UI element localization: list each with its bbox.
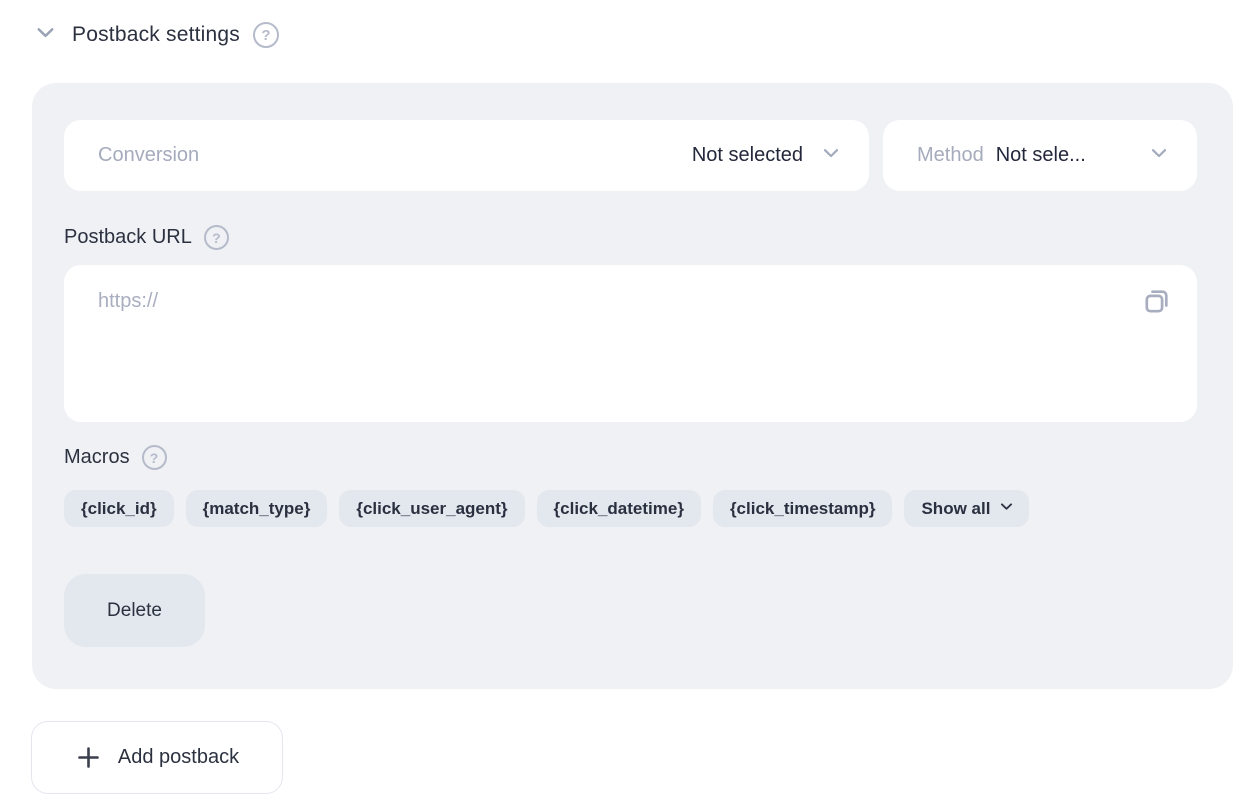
method-select[interactable]: Method Not sele...: [883, 120, 1197, 191]
chevron-down-icon: [819, 141, 843, 170]
postback-settings-page: Postback settings ? Conversion Not selec…: [0, 0, 1257, 794]
plus-icon: [75, 744, 102, 771]
conversion-placeholder: Conversion: [98, 144, 199, 167]
delete-button[interactable]: Delete: [64, 574, 205, 647]
add-postback-button[interactable]: Add postback: [31, 721, 283, 794]
conversion-select[interactable]: Conversion Not selected: [64, 120, 869, 191]
show-all-label: Show all: [921, 499, 990, 519]
conversion-value: Not selected: [692, 144, 803, 167]
question-circle-icon[interactable]: ?: [142, 445, 167, 470]
method-label: Method: [917, 144, 984, 167]
macro-chip[interactable]: {click_user_agent}: [339, 490, 524, 527]
macro-chip-list: {click_id} {match_type} {click_user_agent}…: [64, 490, 1197, 527]
postback-url-label: Postback URL: [64, 226, 192, 249]
chevron-down-icon: [1147, 141, 1171, 170]
chevron-down-icon[interactable]: [32, 19, 59, 51]
macro-chip[interactable]: {match_type}: [186, 490, 328, 527]
selects-row: Conversion Not selected Method Not sele.…: [64, 120, 1197, 191]
page-title: Postback settings: [72, 23, 240, 47]
macro-chip[interactable]: {click_datetime}: [537, 490, 701, 527]
postback-card: Conversion Not selected Method Not sele.…: [32, 83, 1233, 689]
section-header[interactable]: Postback settings ?: [32, 20, 1233, 50]
question-circle-icon[interactable]: ?: [253, 22, 279, 48]
question-circle-icon[interactable]: ?: [204, 225, 229, 250]
method-value: Not sele...: [996, 144, 1086, 167]
macros-label-row: Macros ?: [64, 445, 1197, 470]
macros-label: Macros: [64, 446, 130, 469]
postback-url-box: [64, 265, 1197, 422]
show-all-button[interactable]: Show all: [904, 490, 1029, 527]
postback-url-input[interactable]: [64, 265, 1197, 422]
postback-url-label-row: Postback URL ?: [64, 225, 1197, 250]
macro-chip[interactable]: {click_timestamp}: [713, 490, 893, 527]
chevron-down-icon: [998, 498, 1015, 520]
copy-button[interactable]: [1137, 282, 1177, 322]
macro-chip[interactable]: {click_id}: [64, 490, 174, 527]
copy-icon: [1139, 283, 1175, 322]
add-postback-label: Add postback: [118, 746, 239, 769]
